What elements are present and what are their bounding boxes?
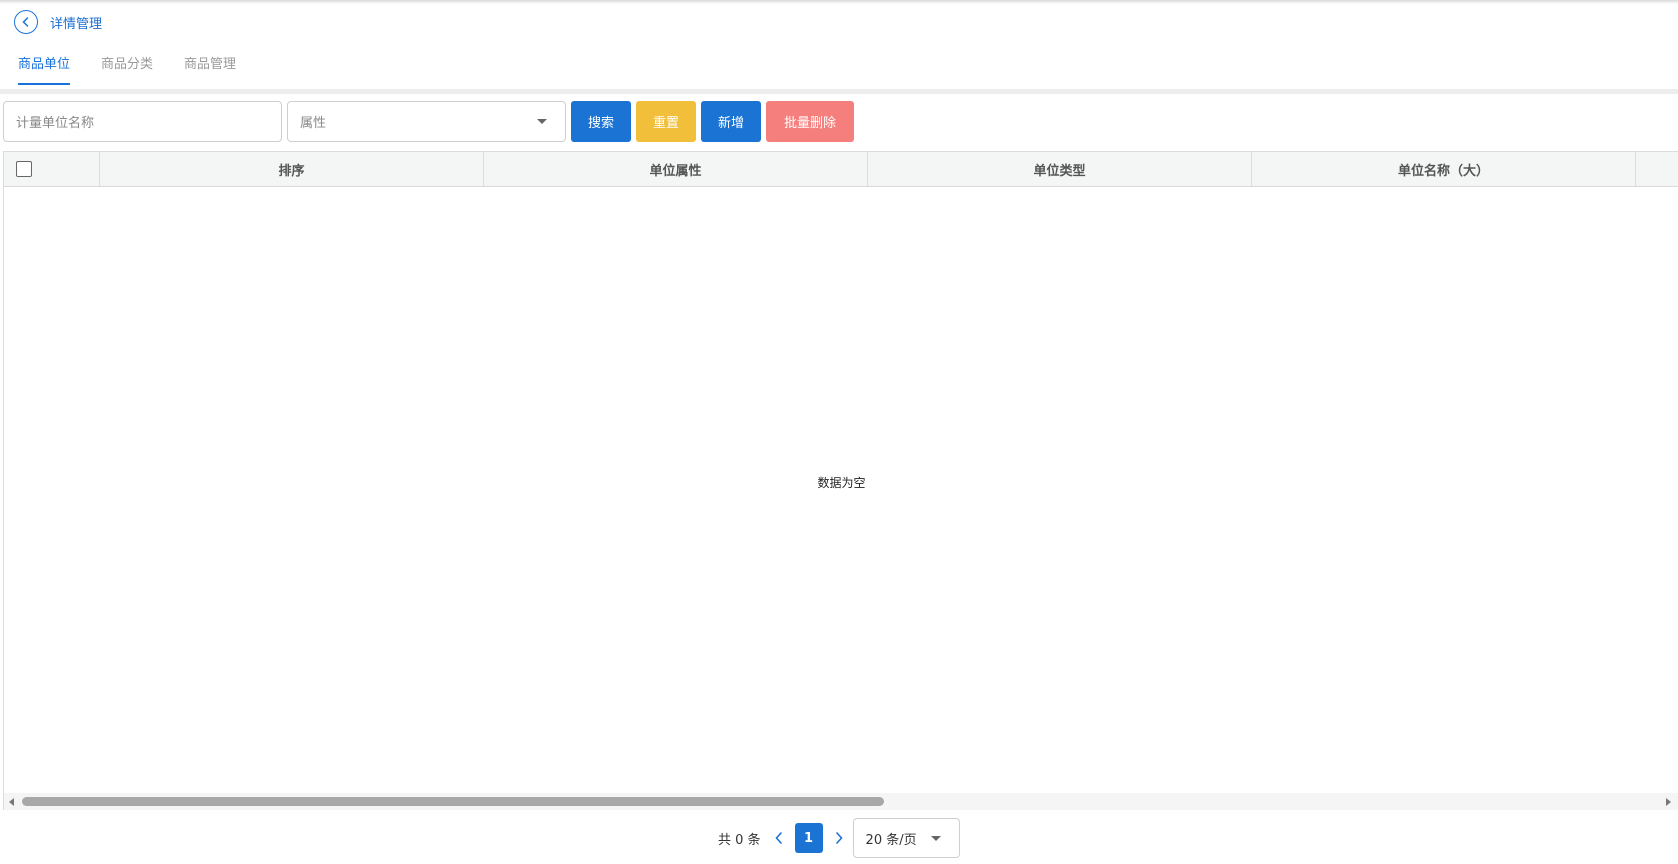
attribute-select-placeholder: 属性 bbox=[300, 116, 327, 131]
scroll-right-arrow-icon[interactable] bbox=[1666, 798, 1671, 806]
tab-bar: 商品单位 商品分类 商品管理 bbox=[18, 56, 267, 88]
select-all-checkbox[interactable] bbox=[16, 161, 32, 177]
horizontal-scrollbar[interactable] bbox=[4, 793, 1678, 810]
attribute-select[interactable]: 属性 bbox=[287, 101, 566, 142]
header-checkbox-cell bbox=[4, 152, 100, 186]
column-header-unit-attribute[interactable]: 单位属性 bbox=[484, 152, 868, 186]
tab-product-management[interactable]: 商品管理 bbox=[184, 56, 236, 86]
empty-state-text: 数据为空 bbox=[817, 476, 866, 490]
page-size-select[interactable]: 20 条/页 bbox=[852, 818, 960, 858]
scrollbar-thumb[interactable] bbox=[22, 797, 884, 806]
caret-down-icon bbox=[537, 119, 547, 124]
pagination: 共 0 条 1 20 条/页 bbox=[718, 818, 960, 858]
data-table: 排序 单位属性 单位类型 单位名称（大） 数据为空 bbox=[3, 151, 1678, 810]
page-number-button[interactable]: 1 bbox=[794, 823, 823, 853]
tab-product-category[interactable]: 商品分类 bbox=[101, 56, 153, 86]
search-button[interactable]: 搜索 bbox=[571, 101, 631, 142]
column-header-unit-type[interactable]: 单位类型 bbox=[868, 152, 1252, 186]
column-header-sort[interactable]: 排序 bbox=[100, 152, 484, 186]
total-count: 共 0 条 bbox=[718, 832, 761, 848]
caret-down-icon bbox=[930, 835, 941, 841]
next-page-button[interactable] bbox=[831, 824, 847, 852]
prev-page-button[interactable] bbox=[771, 824, 787, 852]
chevron-left-icon bbox=[22, 17, 29, 27]
page-size-value: 20 条/页 bbox=[865, 832, 917, 848]
tab-product-unit[interactable]: 商品单位 bbox=[18, 56, 71, 86]
unit-name-input[interactable]: 计量单位名称 bbox=[3, 101, 282, 142]
reset-button[interactable]: 重置 bbox=[636, 101, 696, 142]
tabs-divider bbox=[0, 89, 1678, 94]
filter-toolbar: 计量单位名称 属性 搜索 重置 新增 批量删除 bbox=[3, 101, 854, 142]
column-header-overflow bbox=[1636, 152, 1678, 186]
chevron-right-icon bbox=[835, 832, 843, 844]
table-header: 排序 单位属性 单位类型 单位名称（大） bbox=[4, 152, 1678, 187]
column-header-unit-name-large[interactable]: 单位名称（大） bbox=[1252, 152, 1636, 186]
batch-delete-button[interactable]: 批量删除 bbox=[766, 101, 854, 142]
back-button[interactable] bbox=[14, 10, 38, 34]
chevron-left-icon bbox=[774, 832, 782, 844]
scroll-left-arrow-icon[interactable] bbox=[9, 798, 14, 806]
top-shadow bbox=[0, 0, 1678, 4]
page-title: 详情管理 bbox=[50, 16, 103, 32]
add-button[interactable]: 新增 bbox=[701, 101, 761, 142]
page-header: 详情管理 bbox=[14, 10, 102, 34]
